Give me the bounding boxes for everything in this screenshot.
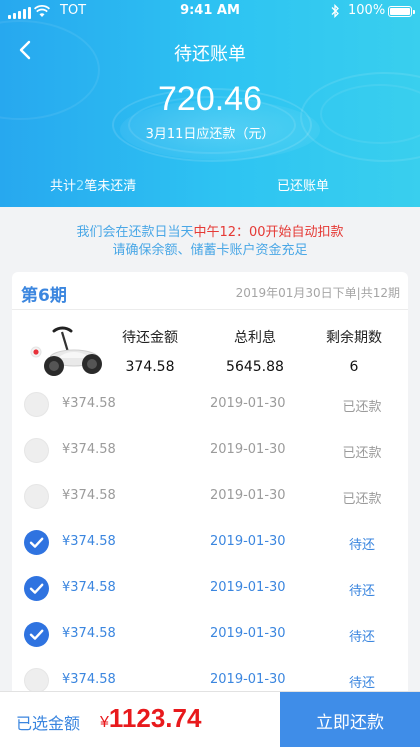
row-amount: ¥374.58 <box>62 442 116 457</box>
checkbox-unchecked-icon[interactable] <box>24 668 49 693</box>
row-amount: ¥374.58 <box>62 396 116 411</box>
remaining-amount-label: 待还金额 <box>122 330 178 346</box>
total-interest-value: 5645.88 <box>226 359 284 375</box>
selected-amount-value: 1123.74 <box>108 703 202 733</box>
row-date: 2019-01-30 <box>210 396 286 411</box>
row-date: 2019-01-30 <box>210 534 286 549</box>
remaining-periods-label: 剩余期数 <box>326 330 382 346</box>
installment-row[interactable]: ¥374.58 2019-01-30 已还款 <box>12 382 408 428</box>
unpaid-suffix: 笔未还清 <box>84 179 137 194</box>
row-status: 待还 <box>348 584 375 599</box>
notice-highlight: 中午12：00开始自动扣款 <box>193 225 344 240</box>
battery-icon <box>388 6 415 17</box>
remaining-amount-value: 374.58 <box>125 359 175 375</box>
row-date: 2019-01-30 <box>210 488 286 503</box>
order-info: 2019年01月30日下单|共12期 <box>235 286 400 300</box>
installment-row[interactable]: ¥374.58 2019-01-30 已还款 <box>12 428 408 474</box>
row-amount: ¥374.58 <box>62 580 116 595</box>
remaining-periods-value: 6 <box>349 359 359 375</box>
unpaid-prefix: 共计 <box>50 179 77 194</box>
header-banner: TOT 9:41 AM 100% 待还账单 720.46 3月11日应还款（元）… <box>0 0 420 207</box>
row-amount: ¥374.58 <box>62 626 116 641</box>
row-date: 2019-01-30 <box>210 580 286 595</box>
row-status: 待还 <box>348 676 375 691</box>
total-interest-label: 总利息 <box>234 330 276 346</box>
battery-percent: 100% <box>348 3 386 18</box>
row-date: 2019-01-30 <box>210 626 286 641</box>
installment-row[interactable]: ¥374.58 2019-01-30 待还 <box>12 566 408 612</box>
bluetooth-icon <box>331 4 339 18</box>
checkbox-unchecked-icon[interactable] <box>24 484 49 509</box>
checkbox-checked-icon[interactable] <box>24 530 49 555</box>
row-status: 已还款 <box>342 492 382 507</box>
bottom-pay-bar: 已选金额 ¥1123.74 立即还款 <box>0 691 420 747</box>
period-label: 第6期 <box>21 286 67 306</box>
status-bar: TOT 9:41 AM 100% <box>0 0 420 24</box>
due-date-label: 3月11日应还款（元） <box>145 127 275 142</box>
notice-line-2: 请确保余额、储蓄卡账户资金充足 <box>112 243 308 258</box>
paid-bills-link[interactable]: 已还账单 <box>277 175 329 194</box>
due-amount: 720.46 <box>158 80 262 118</box>
row-amount: ¥374.58 <box>62 534 116 549</box>
notice-text: 我们会在还款日当天 <box>76 225 194 240</box>
loan-summary: 待还金额 总利息 剩余期数 374.58 5645.88 6 <box>12 312 408 382</box>
selected-amount: ¥1123.74 <box>100 703 201 734</box>
row-status: 已还款 <box>342 400 382 415</box>
installment-row[interactable]: ¥374.58 2019-01-30 待还 <box>12 520 408 566</box>
installment-card: 第6期 2019年01月30日下单|共12期 待还金额 总利息 剩余期数 374… <box>12 272 408 747</box>
checkbox-unchecked-icon[interactable] <box>24 438 49 463</box>
selected-amount-label: 已选金额 <box>16 714 81 733</box>
scooter-product-image <box>30 326 102 376</box>
page-title: 待还账单 <box>174 44 246 65</box>
unpaid-summary: 共计2笔未还清 <box>50 175 136 194</box>
installment-row[interactable]: ¥374.58 2019-01-30 待还 <box>12 612 408 658</box>
auto-debit-notice: 我们会在还款日当天中午12：00开始自动扣款 请确保余额、储蓄卡账户资金充足 <box>0 224 420 260</box>
row-date: 2019-01-30 <box>210 672 286 687</box>
row-date: 2019-01-30 <box>210 442 286 457</box>
currency-symbol: ¥ <box>100 714 109 731</box>
row-status: 待还 <box>348 630 375 645</box>
installment-row[interactable]: ¥374.58 2019-01-30 已还款 <box>12 474 408 520</box>
row-amount: ¥374.58 <box>62 672 116 687</box>
row-amount: ¥374.58 <box>62 488 116 503</box>
row-status: 已还款 <box>342 446 382 461</box>
pay-now-button[interactable]: 立即还款 <box>280 692 420 747</box>
checkbox-unchecked-icon[interactable] <box>24 392 49 417</box>
row-status: 待还 <box>348 538 375 553</box>
card-header: 第6期 2019年01月30日下单|共12期 <box>12 272 408 310</box>
checkbox-checked-icon[interactable] <box>24 622 49 647</box>
checkbox-checked-icon[interactable] <box>24 576 49 601</box>
